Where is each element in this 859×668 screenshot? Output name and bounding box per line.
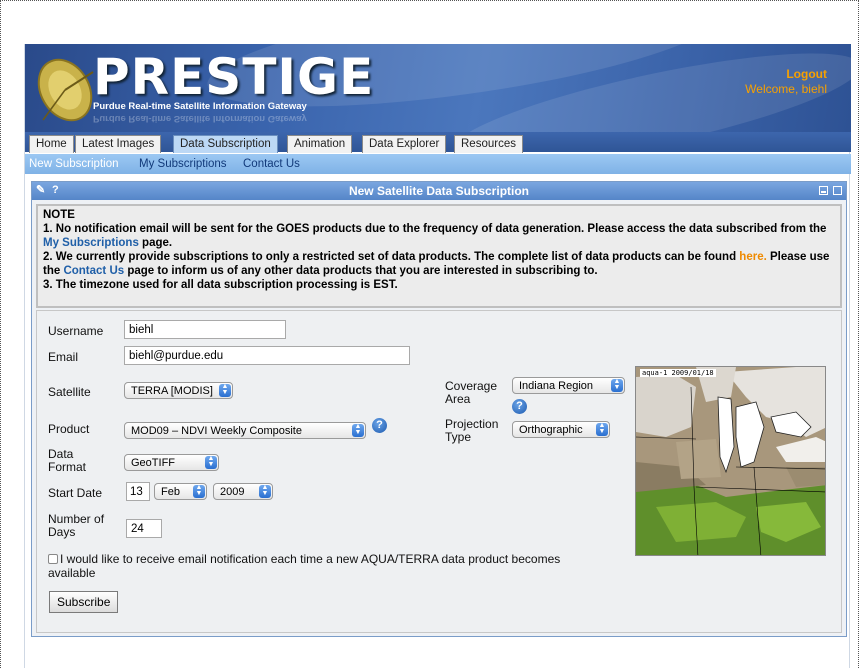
number-of-days-label: Number of Days xyxy=(48,513,104,539)
tab-animation[interactable]: Animation xyxy=(287,135,353,153)
satellite-label: Satellite xyxy=(48,385,91,399)
satellite-image xyxy=(636,367,825,555)
coverage-selected: Indiana Region xyxy=(519,380,594,392)
maximize-icon[interactable] xyxy=(833,186,842,195)
coverage-area-label: Coverage Area xyxy=(445,380,497,406)
label-text: Type xyxy=(445,430,472,444)
satellite-select[interactable]: TERRA [MODIS] ▲ ▼ xyxy=(124,382,233,399)
tab-data-explorer[interactable]: Data Explorer xyxy=(362,135,447,153)
product-selected: MOD09 – NDVI Weekly Composite xyxy=(131,425,302,437)
note-line-1: 1. No notification email will be sent fo… xyxy=(43,222,835,250)
satellite-selected: TERRA [MODIS] xyxy=(131,385,213,397)
email-field[interactable] xyxy=(124,346,410,365)
subscription-form: Username Email Satellite TERRA [MODIS] ▲▼… xyxy=(36,310,842,633)
label-text: Coverage xyxy=(445,379,498,393)
select-arrows-icon: ▲ ▼ xyxy=(596,422,608,436)
month-selected: Feb xyxy=(161,486,180,498)
note-text: page to inform us of any other data prod… xyxy=(124,265,598,277)
map-caption: aqua-1 2009/01/18 xyxy=(640,369,716,377)
start-date-label: Start Date xyxy=(48,486,103,500)
label-text: Data xyxy=(48,447,74,461)
subscription-panel: ✎ ? New Satellite Data Subscription NOTE… xyxy=(31,181,847,637)
label-text: Number of xyxy=(48,512,105,526)
panel-header: ✎ ? New Satellite Data Subscription xyxy=(32,182,846,200)
note-text: 1. No notification email will be sent fo… xyxy=(43,223,827,235)
site-banner: PRESTIGE Purdue Real-time Satellite Info… xyxy=(25,44,851,132)
product-label: Product xyxy=(48,422,90,436)
note-box: NOTE 1. No notification email will be se… xyxy=(36,204,842,308)
select-arrows-icon: ▲ ▼ xyxy=(219,383,231,397)
label-text: Format xyxy=(48,460,87,474)
username-field[interactable] xyxy=(124,320,286,339)
tab-data-subscription[interactable]: Data Subscription xyxy=(173,135,278,153)
minimize-icon[interactable] xyxy=(819,186,828,195)
main-tabs: Home Latest Images Data Subscription Ani… xyxy=(25,132,851,153)
note-text: 2. We currently provide subscriptions to… xyxy=(43,251,740,263)
label-text: Area xyxy=(445,392,471,406)
notify-checkbox[interactable] xyxy=(48,554,58,564)
note-line-2: 2. We currently provide subscriptions to… xyxy=(43,250,835,278)
projection-type-label: Projection Type xyxy=(445,418,498,444)
subnav-contact-us[interactable]: Contact Us xyxy=(243,158,300,170)
start-year-select[interactable]: 2009 ▲ ▼ xyxy=(213,483,273,500)
data-format-select[interactable]: GeoTIFF ▲ ▼ xyxy=(124,454,219,471)
product-list-link[interactable]: here. xyxy=(739,251,767,263)
select-arrows-icon: ▲ ▼ xyxy=(352,423,364,437)
panel-title: New Satellite Data Subscription xyxy=(348,184,530,198)
satellite-dish-icon xyxy=(37,58,94,122)
label-text: Projection xyxy=(445,417,499,431)
format-selected: GeoTIFF xyxy=(131,457,176,469)
logout-link[interactable]: Logout xyxy=(786,67,827,81)
notify-label: I would like to receive email notificati… xyxy=(60,552,561,566)
label-text: Days xyxy=(48,525,76,539)
coverage-area-select[interactable]: Indiana Region ▲ ▼ xyxy=(512,377,625,394)
subscribe-button[interactable]: Subscribe xyxy=(49,591,119,613)
projection-selected: Orthographic xyxy=(519,424,583,436)
username-label: Username xyxy=(48,324,104,338)
select-arrows-icon: ▲ ▼ xyxy=(205,455,217,469)
page: PRESTIGE Purdue Real-time Satellite Info… xyxy=(24,44,851,668)
tab-resources[interactable]: Resources xyxy=(454,135,523,153)
start-day-field[interactable] xyxy=(126,482,150,501)
select-arrows-icon: ▲ ▼ xyxy=(611,378,623,392)
logo-subtitle-reflection: Purdue Real-time Satellite Information G… xyxy=(93,113,307,124)
product-select[interactable]: MOD09 – NDVI Weekly Composite ▲ ▼ xyxy=(124,422,366,439)
coverage-preview-map: aqua-1 2009/01/18 xyxy=(635,366,826,556)
email-label: Email xyxy=(48,350,79,364)
coverage-help-icon[interactable]: ? xyxy=(512,399,527,414)
notify-label-continued: available xyxy=(48,566,96,580)
subnav-new-subscription[interactable]: New Subscription xyxy=(29,158,118,170)
logo-title[interactable]: PRESTIGE xyxy=(93,48,374,106)
welcome-text: Welcome, biehl xyxy=(745,82,827,96)
data-format-label: Data Format xyxy=(48,448,86,474)
tab-home[interactable]: Home xyxy=(29,135,74,153)
year-selected: 2009 xyxy=(220,486,245,498)
note-text: page. xyxy=(138,237,173,249)
tab-latest-images[interactable]: Latest Images xyxy=(75,135,162,153)
projection-type-select[interactable]: Orthographic ▲ ▼ xyxy=(512,421,610,438)
subnav-my-subscriptions[interactable]: My Subscriptions xyxy=(139,158,227,170)
contact-us-link[interactable]: Contact Us xyxy=(63,265,124,277)
note-heading: NOTE xyxy=(43,209,75,221)
logo-subtitle: Purdue Real-time Satellite Information G… xyxy=(93,101,307,112)
start-month-select[interactable]: Feb ▲ ▼ xyxy=(154,483,207,500)
select-arrows-icon: ▲ ▼ xyxy=(193,484,205,498)
my-subscriptions-link[interactable]: My Subscriptions xyxy=(43,237,139,249)
sub-navigation: New Subscription My Subscriptions Contac… xyxy=(25,154,851,174)
number-of-days-field[interactable] xyxy=(126,519,162,538)
product-help-icon[interactable]: ? xyxy=(372,418,387,433)
select-arrows-icon: ▲ ▼ xyxy=(259,484,271,498)
note-line-3: 3. The timezone used for all data subscr… xyxy=(43,279,398,291)
